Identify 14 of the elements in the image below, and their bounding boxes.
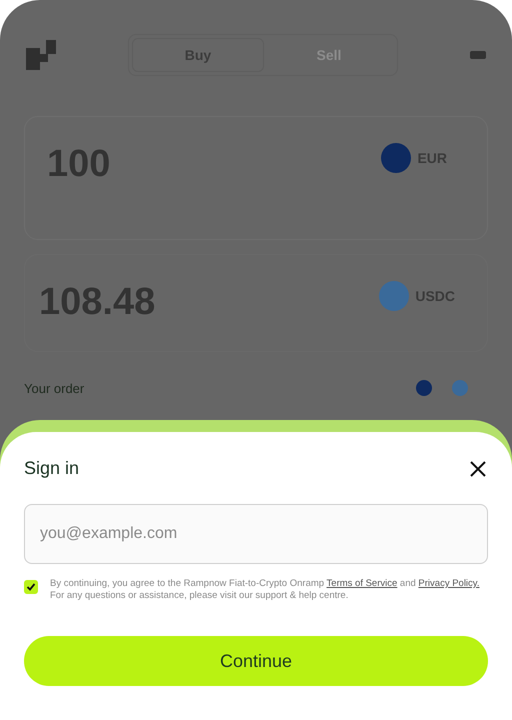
coin-icon: [416, 380, 432, 396]
continue-button[interactable]: Continue: [24, 636, 488, 686]
coin-icon: [381, 143, 412, 173]
close-button[interactable]: [468, 458, 488, 478]
terms-link[interactable]: Privacy Policy.: [418, 578, 480, 589]
order-label: Your order: [24, 380, 84, 396]
sheet-title: Sign in: [24, 458, 80, 479]
consent-text: By continuing, you agree to the Rampnow Fiat-to-Crypto Onramp Terms of Service and Privacy Policy. For any questions or assistance, please visit our support & help centre.: [50, 578, 480, 602]
consent-checkbox[interactable]: [24, 580, 38, 594]
terms-link[interactable]: Terms of Service: [326, 578, 398, 589]
logo-icon: [24, 38, 58, 72]
coin-icon: [452, 380, 468, 396]
coin-icon: [379, 281, 410, 311]
email-field[interactable]: you@example.com: [24, 504, 488, 564]
